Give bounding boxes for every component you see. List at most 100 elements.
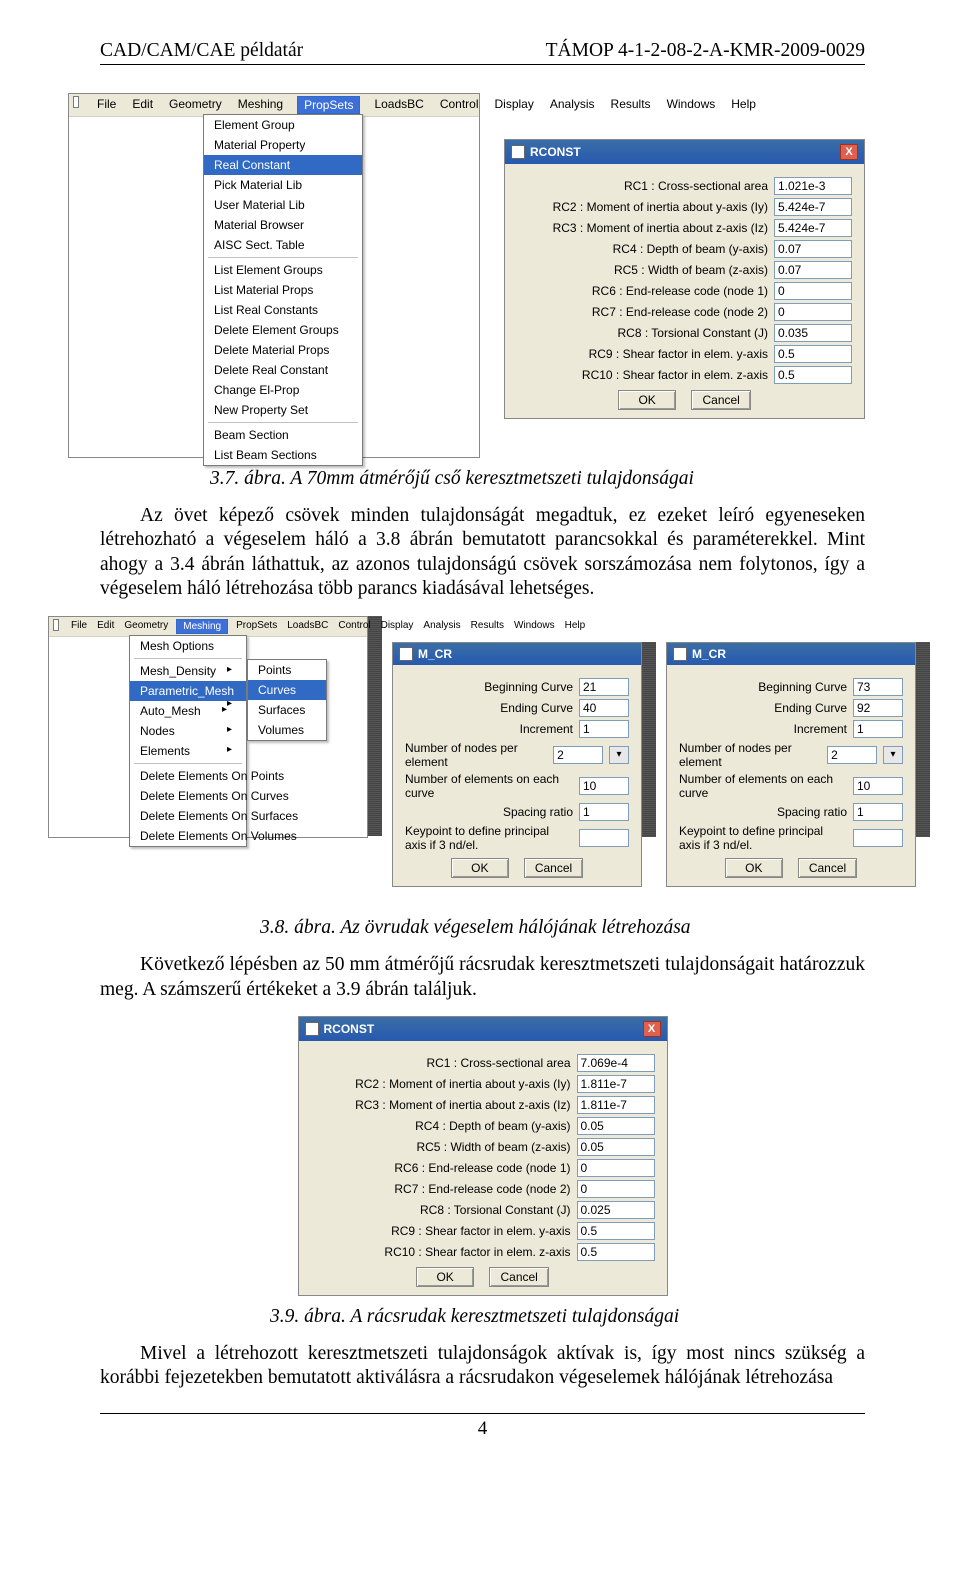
mi-nodes[interactable]: Nodes (130, 721, 246, 741)
menu-geometry[interactable]: Geometry (122, 619, 170, 634)
menu-analysis[interactable]: Analysis (548, 96, 597, 114)
cancel-button[interactable]: Cancel (524, 858, 583, 878)
menu-display[interactable]: Display (379, 619, 416, 634)
field-input[interactable] (577, 1075, 655, 1093)
mi-elements[interactable]: Elements (130, 741, 246, 761)
menu-windows[interactable]: Windows (512, 619, 557, 634)
field-input[interactable] (577, 1117, 655, 1135)
mi-delete-element-groups[interactable]: Delete Element Groups (204, 320, 362, 340)
cancel-button[interactable]: Cancel (798, 858, 857, 878)
ok-button[interactable]: OK (451, 858, 509, 878)
mi-pick-material-lib[interactable]: Pick Material Lib (204, 175, 362, 195)
menu-file[interactable]: File (69, 619, 89, 634)
field-input[interactable] (577, 1096, 655, 1114)
mi-list-material-props[interactable]: List Material Props (204, 280, 362, 300)
ok-button[interactable]: OK (725, 858, 783, 878)
mi-material-property[interactable]: Material Property (204, 135, 362, 155)
cancel-button[interactable]: Cancel (691, 390, 750, 410)
close-icon[interactable]: X (840, 144, 858, 160)
mi-parametric-mesh[interactable]: Parametric_Mesh (130, 681, 246, 701)
mi-aisc-sect-table[interactable]: AISC Sect. Table (204, 235, 362, 255)
menu-display[interactable]: Display (493, 96, 536, 114)
mi-list-beam-sections[interactable]: List Beam Sections (204, 445, 362, 465)
menu-file[interactable]: File (95, 96, 118, 114)
mi-user-material-lib[interactable]: User Material Lib (204, 195, 362, 215)
ok-button[interactable]: OK (416, 1267, 474, 1287)
mi-curves[interactable]: Curves (248, 680, 326, 700)
menu-propsets[interactable]: PropSets (297, 96, 360, 114)
field-input[interactable] (774, 219, 852, 237)
mi-list-real-constants[interactable]: List Real Constants (204, 300, 362, 320)
field-input[interactable] (853, 678, 903, 696)
field-input[interactable] (853, 829, 903, 847)
mi-mesh-density[interactable]: Mesh_Density (130, 661, 246, 681)
menu-edit[interactable]: Edit (95, 619, 116, 634)
field-input[interactable] (579, 699, 629, 717)
field-input[interactable] (577, 1180, 655, 1198)
menu-edit[interactable]: Edit (130, 96, 155, 114)
field-input[interactable] (579, 829, 629, 847)
field-input[interactable] (577, 1201, 655, 1219)
menu-analysis[interactable]: Analysis (421, 619, 462, 634)
field-input[interactable] (774, 282, 852, 300)
menu-meshing[interactable]: Meshing (236, 96, 285, 114)
field-input[interactable] (774, 366, 852, 384)
mi-volumes[interactable]: Volumes (248, 720, 326, 740)
cancel-button[interactable]: Cancel (489, 1267, 548, 1287)
mi-del-el-volumes[interactable]: Delete Elements On Volumes (130, 826, 246, 846)
ok-button[interactable]: OK (618, 390, 676, 410)
field-input[interactable] (579, 777, 629, 795)
mi-delete-material-props[interactable]: Delete Material Props (204, 340, 362, 360)
mi-points[interactable]: Points (248, 660, 326, 680)
field-input[interactable] (579, 720, 629, 738)
mi-new-property-set[interactable]: New Property Set (204, 400, 362, 420)
mi-del-el-surfaces[interactable]: Delete Elements On Surfaces (130, 806, 246, 826)
mi-material-browser[interactable]: Material Browser (204, 215, 362, 235)
field-input[interactable] (579, 678, 629, 696)
dropdown-icon[interactable]: ▾ (883, 746, 903, 764)
menu-loadsbc[interactable]: LoadsBC (372, 96, 425, 114)
mi-element-group[interactable]: Element Group (204, 115, 362, 135)
menu-help[interactable]: Help (729, 96, 758, 114)
menu-results[interactable]: Results (469, 619, 506, 634)
mi-delete-real-constant[interactable]: Delete Real Constant (204, 360, 362, 380)
field-input[interactable] (577, 1054, 655, 1072)
menu-windows[interactable]: Windows (665, 96, 718, 114)
menu-results[interactable]: Results (609, 96, 653, 114)
field-input[interactable] (577, 1159, 655, 1177)
menu-propsets[interactable]: PropSets (234, 619, 279, 634)
field-input[interactable] (853, 699, 903, 717)
field-input[interactable] (774, 303, 852, 321)
mi-real-constant[interactable]: Real Constant (204, 155, 362, 175)
menu-control[interactable]: Control (336, 619, 372, 634)
field-input[interactable] (774, 198, 852, 216)
field-input[interactable] (774, 261, 852, 279)
mi-del-el-curves[interactable]: Delete Elements On Curves (130, 786, 246, 806)
menu-control[interactable]: Control (438, 96, 481, 114)
menu-meshing[interactable]: Meshing (176, 619, 228, 634)
mi-del-el-points[interactable]: Delete Elements On Points (130, 766, 246, 786)
mi-change-el-prop[interactable]: Change El-Prop (204, 380, 362, 400)
field-input[interactable] (774, 345, 852, 363)
mi-surfaces[interactable]: Surfaces (248, 700, 326, 720)
mi-beam-section[interactable]: Beam Section (204, 425, 362, 445)
field-input[interactable] (774, 324, 852, 342)
menu-help[interactable]: Help (563, 619, 588, 634)
field-input[interactable] (577, 1222, 655, 1240)
field-input[interactable] (774, 177, 852, 195)
field-input[interactable] (774, 240, 852, 258)
field-input[interactable] (553, 746, 603, 764)
mi-mesh-options[interactable]: Mesh Options (130, 636, 246, 656)
close-icon[interactable]: X (643, 1021, 661, 1037)
field-input[interactable] (579, 803, 629, 821)
field-input[interactable] (577, 1243, 655, 1261)
field-input[interactable] (853, 777, 903, 795)
field-input[interactable] (577, 1138, 655, 1156)
field-input[interactable] (827, 746, 877, 764)
menu-loadsbc[interactable]: LoadsBC (285, 619, 330, 634)
dropdown-icon[interactable]: ▾ (609, 746, 629, 764)
menu-geometry[interactable]: Geometry (167, 96, 224, 114)
field-input[interactable] (853, 803, 903, 821)
field-input[interactable] (853, 720, 903, 738)
mi-list-element-groups[interactable]: List Element Groups (204, 260, 362, 280)
